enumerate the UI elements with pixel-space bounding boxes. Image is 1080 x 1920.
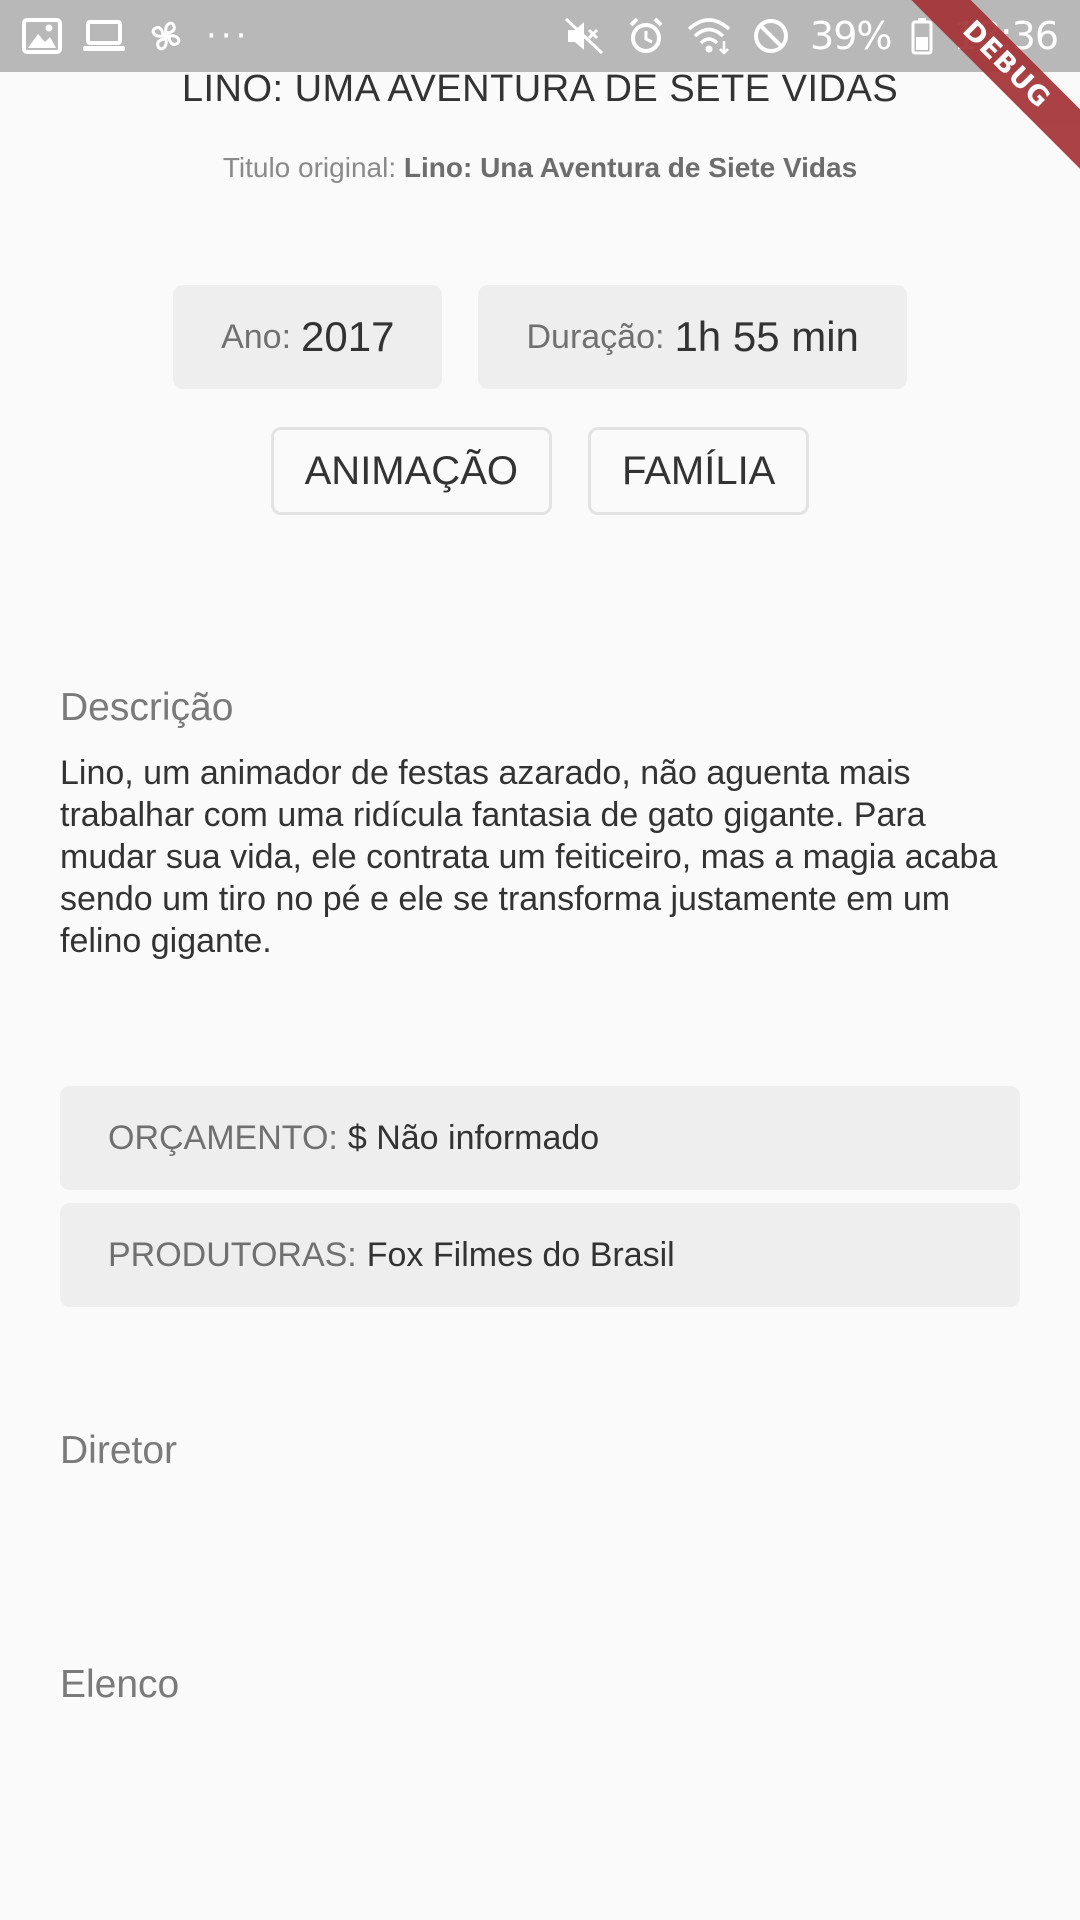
original-title: Titulo original: Lino: Una Aventura de S… bbox=[0, 152, 1080, 184]
duration-chip: Duração: 1h 55 min bbox=[478, 285, 907, 389]
original-title-label: Titulo original: bbox=[222, 152, 397, 183]
budget-label: ORÇAMENTO: bbox=[108, 1118, 338, 1157]
description-text: Lino, um animador de festas azarado, não… bbox=[60, 754, 998, 960]
do-not-disturb-icon bbox=[752, 17, 790, 55]
producers-label: PRODUTORAS: bbox=[108, 1235, 357, 1274]
producers-box: PRODUTORAS: Fox Filmes do Brasil bbox=[60, 1203, 1020, 1307]
description-heading: Descrição bbox=[60, 686, 234, 729]
budget-box: ORÇAMENTO: $ Não informado bbox=[60, 1086, 1020, 1190]
pinwheel-icon bbox=[146, 16, 186, 56]
more-dots-icon: ··· bbox=[206, 16, 251, 56]
status-bar: ··· 39% 18:36 bbox=[0, 0, 1080, 72]
year-label: Ano: bbox=[221, 317, 292, 356]
genre-chip-animacao[interactable]: ANIMAÇÃO bbox=[270, 427, 552, 515]
movie-title: LINO: UMA AVENTURA DE SETE VIDAS bbox=[181, 68, 899, 110]
laptop-icon bbox=[82, 19, 126, 53]
status-bar-right: 39% 18:36 bbox=[564, 14, 1059, 58]
battery-icon bbox=[911, 17, 933, 55]
year-chip: Ano: 2017 bbox=[173, 285, 443, 389]
original-title-value: Lino: Una Aventura de Siete Vidas bbox=[403, 152, 858, 183]
budget-value: $ Não informado bbox=[347, 1118, 600, 1157]
genre-chip-familia[interactable]: FAMÍLIA bbox=[587, 427, 810, 515]
duration-value: 1h 55 min bbox=[674, 313, 859, 360]
battery-percent: 39% bbox=[810, 14, 892, 58]
duration-label: Duração: bbox=[526, 317, 665, 356]
genre-row: ANIMAÇÃO FAMÍLIA bbox=[0, 427, 1080, 515]
wifi-icon bbox=[686, 17, 732, 55]
producers-value: Fox Filmes do Brasil bbox=[366, 1235, 675, 1274]
clock-time: 18:36 bbox=[953, 14, 1059, 58]
director-heading: Diretor bbox=[60, 1429, 178, 1472]
info-row: Ano: 2017 Duração: 1h 55 min bbox=[0, 285, 1080, 389]
image-icon bbox=[22, 18, 62, 54]
mute-icon bbox=[564, 17, 606, 55]
movie-detail-screen: ··· 39% 18:36 DEBUG LINO: UMA AVENTURA D… bbox=[0, 0, 1080, 1920]
status-bar-left: ··· bbox=[22, 16, 250, 56]
alarm-icon bbox=[626, 16, 666, 56]
year-value: 2017 bbox=[301, 313, 395, 360]
cast-heading: Elenco bbox=[60, 1663, 180, 1706]
